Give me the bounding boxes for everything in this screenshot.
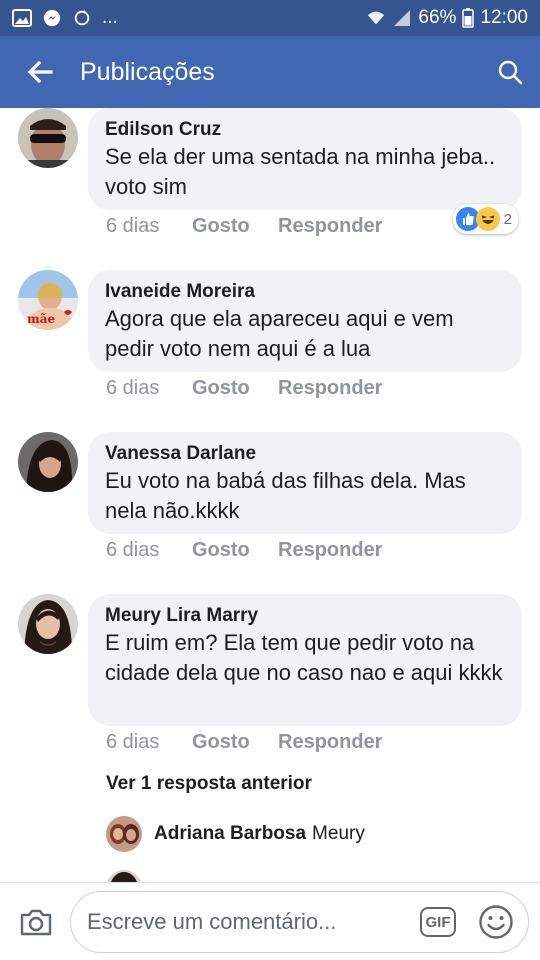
like-button[interactable]: Gosto bbox=[192, 215, 278, 238]
wifi-icon bbox=[368, 11, 385, 25]
view-previous-replies-link[interactable]: Ver 1 resposta anterior bbox=[106, 773, 312, 795]
comment-time[interactable]: 6 dias bbox=[106, 539, 192, 562]
gif-button[interactable]: GIF bbox=[420, 907, 456, 937]
like-button[interactable]: Gosto bbox=[192, 731, 278, 754]
comment-text: Eu voto na babá das filhas dela. Mas nel… bbox=[105, 468, 466, 523]
comment-actions: 6 dias Gosto Responder bbox=[106, 731, 382, 754]
reactions-summary[interactable]: 2 bbox=[452, 204, 518, 234]
clock: 12:00 bbox=[480, 7, 528, 28]
search-icon bbox=[498, 60, 523, 85]
like-button[interactable]: Gosto bbox=[192, 539, 278, 562]
reply-author[interactable]: Adriana Barbosa bbox=[154, 823, 306, 845]
comment-time[interactable]: 6 dias bbox=[106, 731, 192, 754]
comment-time[interactable]: 6 dias bbox=[106, 215, 192, 238]
comment-text: Se ela der uma sentada na minha jeba.. v… bbox=[105, 144, 496, 199]
comment-placeholder: Escreve um comentário... bbox=[87, 909, 337, 934]
reply-button[interactable]: Responder bbox=[278, 215, 382, 238]
camera-button[interactable] bbox=[0, 883, 72, 960]
comment-actions: 6 dias Gosto Responder bbox=[106, 539, 382, 562]
avatar[interactable] bbox=[106, 816, 142, 852]
comment-composer: Escreve um comentário... GIF bbox=[0, 882, 540, 960]
search-button[interactable] bbox=[480, 36, 540, 108]
comment-bubble[interactable]: Ivaneide Moreira Agora que ela apareceu … bbox=[88, 270, 522, 372]
avatar[interactable] bbox=[18, 432, 78, 492]
comment-actions: 6 dias Gosto Responder bbox=[106, 377, 382, 400]
messenger-icon bbox=[43, 9, 61, 27]
reaction-count: 2 bbox=[503, 210, 512, 228]
camera-icon bbox=[20, 909, 52, 935]
signal-icon bbox=[394, 10, 411, 26]
avatar[interactable] bbox=[18, 594, 78, 654]
notification-area: ... bbox=[12, 7, 366, 29]
app-bar: Publicações bbox=[0, 36, 540, 108]
comment-actions: 6 dias Gosto Responder bbox=[106, 215, 382, 238]
reply-button[interactable]: Responder bbox=[278, 731, 382, 754]
comment-bubble[interactable]: Meury Lira Marry E ruim em? Ela tem que … bbox=[88, 594, 522, 726]
avatar-image bbox=[106, 870, 142, 882]
image-icon bbox=[12, 9, 32, 27]
battery-percent: 66% bbox=[418, 7, 457, 28]
avatar[interactable]: mãe bbox=[18, 270, 78, 330]
comment-author[interactable]: Vanessa Darlane bbox=[105, 442, 504, 466]
comment-time[interactable]: 6 dias bbox=[106, 377, 192, 400]
comment-input[interactable]: Escreve um comentário... GIF bbox=[70, 891, 529, 953]
like-button[interactable]: Gosto bbox=[192, 377, 278, 400]
battery-icon bbox=[462, 8, 475, 28]
sync-icon bbox=[74, 9, 90, 26]
comment-text: Agora que ela apareceu aqui e vem pedir … bbox=[105, 306, 454, 361]
reply-item-partial bbox=[106, 870, 154, 882]
back-button[interactable] bbox=[0, 36, 80, 108]
avatar-image bbox=[106, 816, 142, 852]
more-notifications-indicator: ... bbox=[102, 7, 118, 28]
avatar-image bbox=[18, 594, 78, 654]
comments-feed[interactable]: Edilson Cruz Se ela der uma sentada na m… bbox=[0, 108, 540, 882]
comment-bubble[interactable]: Vanessa Darlane Eu voto na babá das filh… bbox=[88, 432, 522, 534]
back-arrow-icon bbox=[27, 61, 53, 83]
reply-snippet: Meury bbox=[312, 823, 365, 844]
comment-author[interactable]: Ivaneide Moreira bbox=[105, 280, 504, 304]
avatar bbox=[106, 870, 142, 882]
comment-author[interactable]: Edilson Cruz bbox=[105, 118, 504, 142]
page-title: Publicações bbox=[80, 57, 215, 86]
comment-author[interactable]: Meury Lira Marry bbox=[105, 604, 504, 628]
system-status: 66% 12:00 bbox=[366, 7, 528, 29]
comment-text: E ruim em? Ela tem que pedir voto na cid… bbox=[105, 630, 503, 685]
avatar-caption: mãe bbox=[27, 312, 56, 326]
emoji-icon[interactable] bbox=[478, 904, 514, 940]
avatar-image bbox=[18, 432, 78, 492]
reply-button[interactable]: Responder bbox=[278, 377, 382, 400]
status-bar: ... 66% 12:00 bbox=[0, 0, 540, 36]
reply-button[interactable]: Responder bbox=[278, 539, 382, 562]
haha-reaction-icon bbox=[475, 207, 500, 231]
reply-item[interactable]: Adriana Barbosa Meury bbox=[106, 816, 365, 852]
avatar[interactable] bbox=[18, 108, 78, 168]
comment-bubble[interactable]: Edilson Cruz Se ela der uma sentada na m… bbox=[88, 108, 522, 210]
avatar-image bbox=[18, 108, 78, 168]
